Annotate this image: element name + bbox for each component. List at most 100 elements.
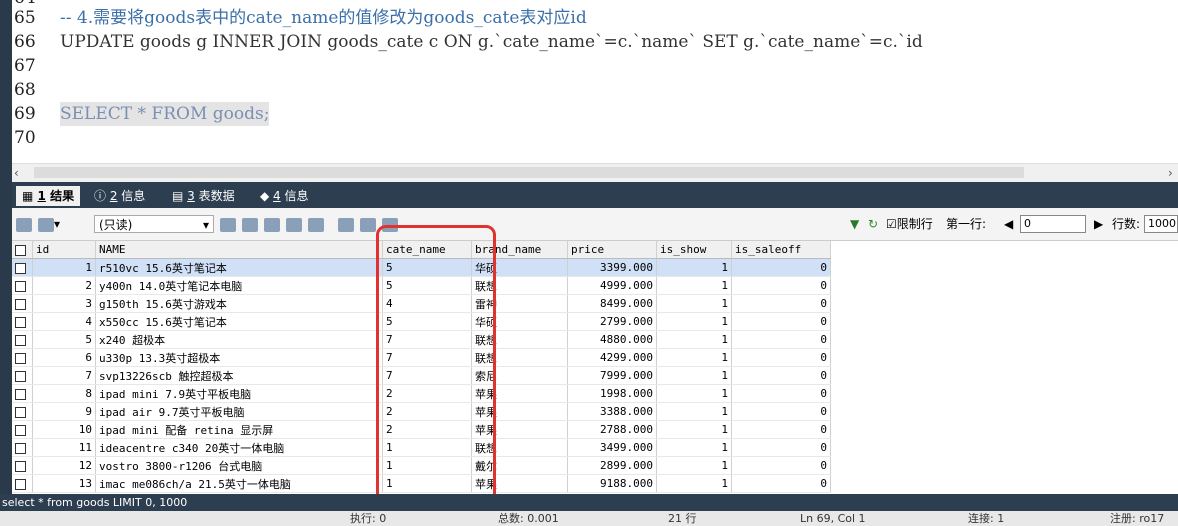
table-cell[interactable]: 1 — [656, 438, 732, 457]
view-mode-icon[interactable]: ▾ — [38, 215, 60, 233]
scroll-thumb[interactable] — [34, 167, 1024, 178]
select-all-checkbox[interactable] — [12, 241, 33, 259]
table-cell[interactable]: 1 — [382, 456, 472, 475]
table-row[interactable]: 10 ipad mini 配备 retina 显示屏 2 苹果 2788.000 1 0 — [12, 420, 831, 439]
table-cell[interactable]: 0 — [731, 330, 831, 349]
table-cell[interactable]: ipad air 9.7英寸平板电脑 — [95, 402, 383, 421]
table-row[interactable]: 11 ideacentre c340 20英寸一体电脑 1 联想 3499.000 1 0 — [12, 438, 831, 457]
column-header[interactable]: NAME — [95, 241, 383, 259]
grid-view-icon[interactable] — [338, 215, 354, 233]
table-cell[interactable]: 1 — [32, 258, 96, 277]
table-cell[interactable]: ideacentre c340 20英寸一体电脑 — [95, 438, 383, 457]
table-cell[interactable]: 4880.000 — [567, 330, 657, 349]
tab-info-4[interactable]: ◆ 4 信息 — [254, 186, 315, 206]
table-cell[interactable]: svp13226scb 触控超极本 — [95, 366, 383, 385]
table-cell[interactable]: 4 — [382, 294, 472, 313]
reset-filter-icon[interactable]: ↻ — [868, 215, 878, 233]
table-cell[interactable]: 1 — [656, 420, 732, 439]
table-cell[interactable]: 0 — [731, 276, 831, 295]
table-cell[interactable]: 1 — [382, 438, 472, 457]
row-checkbox[interactable] — [12, 366, 33, 385]
filter-icon[interactable]: ▼ — [850, 215, 859, 233]
table-cell[interactable]: vostro 3800-r1206 台式电脑 — [95, 456, 383, 475]
tab-info[interactable]: ⓘ 2 信息 — [88, 186, 151, 206]
table-cell[interactable]: 索尼 — [471, 366, 568, 385]
table-cell[interactable]: 雷神 — [471, 294, 568, 313]
table-cell[interactable]: 1 — [656, 402, 732, 421]
table-cell[interactable]: 0 — [731, 438, 831, 457]
table-cell[interactable]: ipad mini 7.9英寸平板电脑 — [95, 384, 383, 403]
table-cell[interactable]: 2 — [382, 384, 472, 403]
table-cell[interactable]: 戴尔 — [471, 456, 568, 475]
table-cell[interactable]: 联想 — [471, 330, 568, 349]
table-cell[interactable]: 联想 — [471, 348, 568, 367]
table-cell[interactable]: 9 — [32, 402, 96, 421]
row-checkbox[interactable] — [12, 276, 33, 295]
tab-result[interactable]: ▦ 1 结果 — [16, 186, 81, 206]
table-row[interactable]: 4 x550cc 15.6英寸笔记本 5 华硕 2799.000 1 0 — [12, 312, 831, 331]
row-checkbox[interactable] — [12, 474, 33, 493]
form-view-icon[interactable] — [360, 215, 376, 233]
table-cell[interactable]: 5 — [382, 258, 472, 277]
table-cell[interactable]: 1 — [656, 294, 732, 313]
row-checkbox[interactable] — [12, 420, 33, 439]
table-cell[interactable]: 0 — [731, 402, 831, 421]
table-cell[interactable]: 3388.000 — [567, 402, 657, 421]
table-cell[interactable]: 7 — [382, 330, 472, 349]
table-cell[interactable]: 9188.000 — [567, 474, 657, 493]
table-cell[interactable]: 1 — [656, 456, 732, 475]
table-cell[interactable]: 3 — [32, 294, 96, 313]
table-row[interactable]: 13 imac me086ch/a 21.5英寸一体电脑 1 苹果 9188.000 1 0 — [12, 474, 831, 493]
table-cell[interactable]: 0 — [731, 312, 831, 331]
table-cell[interactable]: 7 — [32, 366, 96, 385]
table-cell[interactable]: 苹果 — [471, 420, 568, 439]
delete-icon[interactable] — [286, 215, 302, 233]
table-cell[interactable]: 7 — [382, 348, 472, 367]
table-cell[interactable]: 4999.000 — [567, 276, 657, 295]
table-row[interactable]: 5 x240 超极本 7 联想 4880.000 1 0 — [12, 330, 831, 349]
table-cell[interactable]: 1 — [656, 258, 732, 277]
table-cell[interactable]: 0 — [731, 366, 831, 385]
table-cell[interactable]: 2 — [382, 420, 472, 439]
table-cell[interactable]: x550cc 15.6英寸笔记本 — [95, 312, 383, 331]
column-header[interactable]: is_show — [656, 241, 732, 259]
table-cell[interactable]: 联想 — [471, 438, 568, 457]
rows-input[interactable]: 1000 — [1144, 215, 1178, 233]
first-row-input[interactable]: 0 — [1020, 215, 1086, 233]
column-header[interactable]: cate_name — [382, 241, 472, 259]
table-cell[interactable]: 苹果 — [471, 402, 568, 421]
refresh-icon[interactable] — [308, 215, 324, 233]
table-cell[interactable]: 7 — [382, 366, 472, 385]
table-cell[interactable]: 0 — [731, 420, 831, 439]
next-page-icon[interactable]: ▶ — [1094, 215, 1103, 233]
row-checkbox[interactable] — [12, 258, 33, 277]
table-row[interactable]: 7 svp13226scb 触控超极本 7 索尼 7999.000 1 0 — [12, 366, 831, 385]
table-cell[interactable]: 6 — [32, 348, 96, 367]
export-icon[interactable] — [16, 215, 32, 233]
table-cell[interactable]: 11 — [32, 438, 96, 457]
horizontal-scrollbar[interactable]: ‹ › — [12, 163, 1178, 182]
mode-combo[interactable]: (只读) ▾ — [94, 215, 214, 233]
row-checkbox[interactable] — [12, 456, 33, 475]
table-cell[interactable]: 华硕 — [471, 312, 568, 331]
table-cell[interactable]: 13 — [32, 474, 96, 493]
table-cell[interactable]: 2 — [382, 402, 472, 421]
table-cell[interactable]: 1 — [656, 276, 732, 295]
table-cell[interactable]: 1998.000 — [567, 384, 657, 403]
copy-row-icon[interactable] — [242, 215, 258, 233]
table-cell[interactable]: u330p 13.3英寸超极本 — [95, 348, 383, 367]
table-cell[interactable]: 8499.000 — [567, 294, 657, 313]
table-cell[interactable]: x240 超极本 — [95, 330, 383, 349]
table-cell[interactable]: 华硕 — [471, 258, 568, 277]
sql-editor[interactable]: 64 65-- 4.需要将goods表中的cate_name的值修改为goods… — [12, 0, 1178, 165]
table-cell[interactable]: y400n 14.0英寸笔记本电脑 — [95, 276, 383, 295]
row-checkbox[interactable] — [12, 294, 33, 313]
table-cell[interactable]: 2799.000 — [567, 312, 657, 331]
table-cell[interactable]: 0 — [731, 258, 831, 277]
column-header[interactable]: is_saleoff — [731, 241, 831, 259]
table-cell[interactable]: 1 — [656, 474, 732, 493]
table-cell[interactable]: 1 — [656, 384, 732, 403]
table-cell[interactable]: 8 — [32, 384, 96, 403]
insert-row-icon[interactable] — [220, 215, 236, 233]
column-header[interactable]: id — [32, 241, 96, 259]
